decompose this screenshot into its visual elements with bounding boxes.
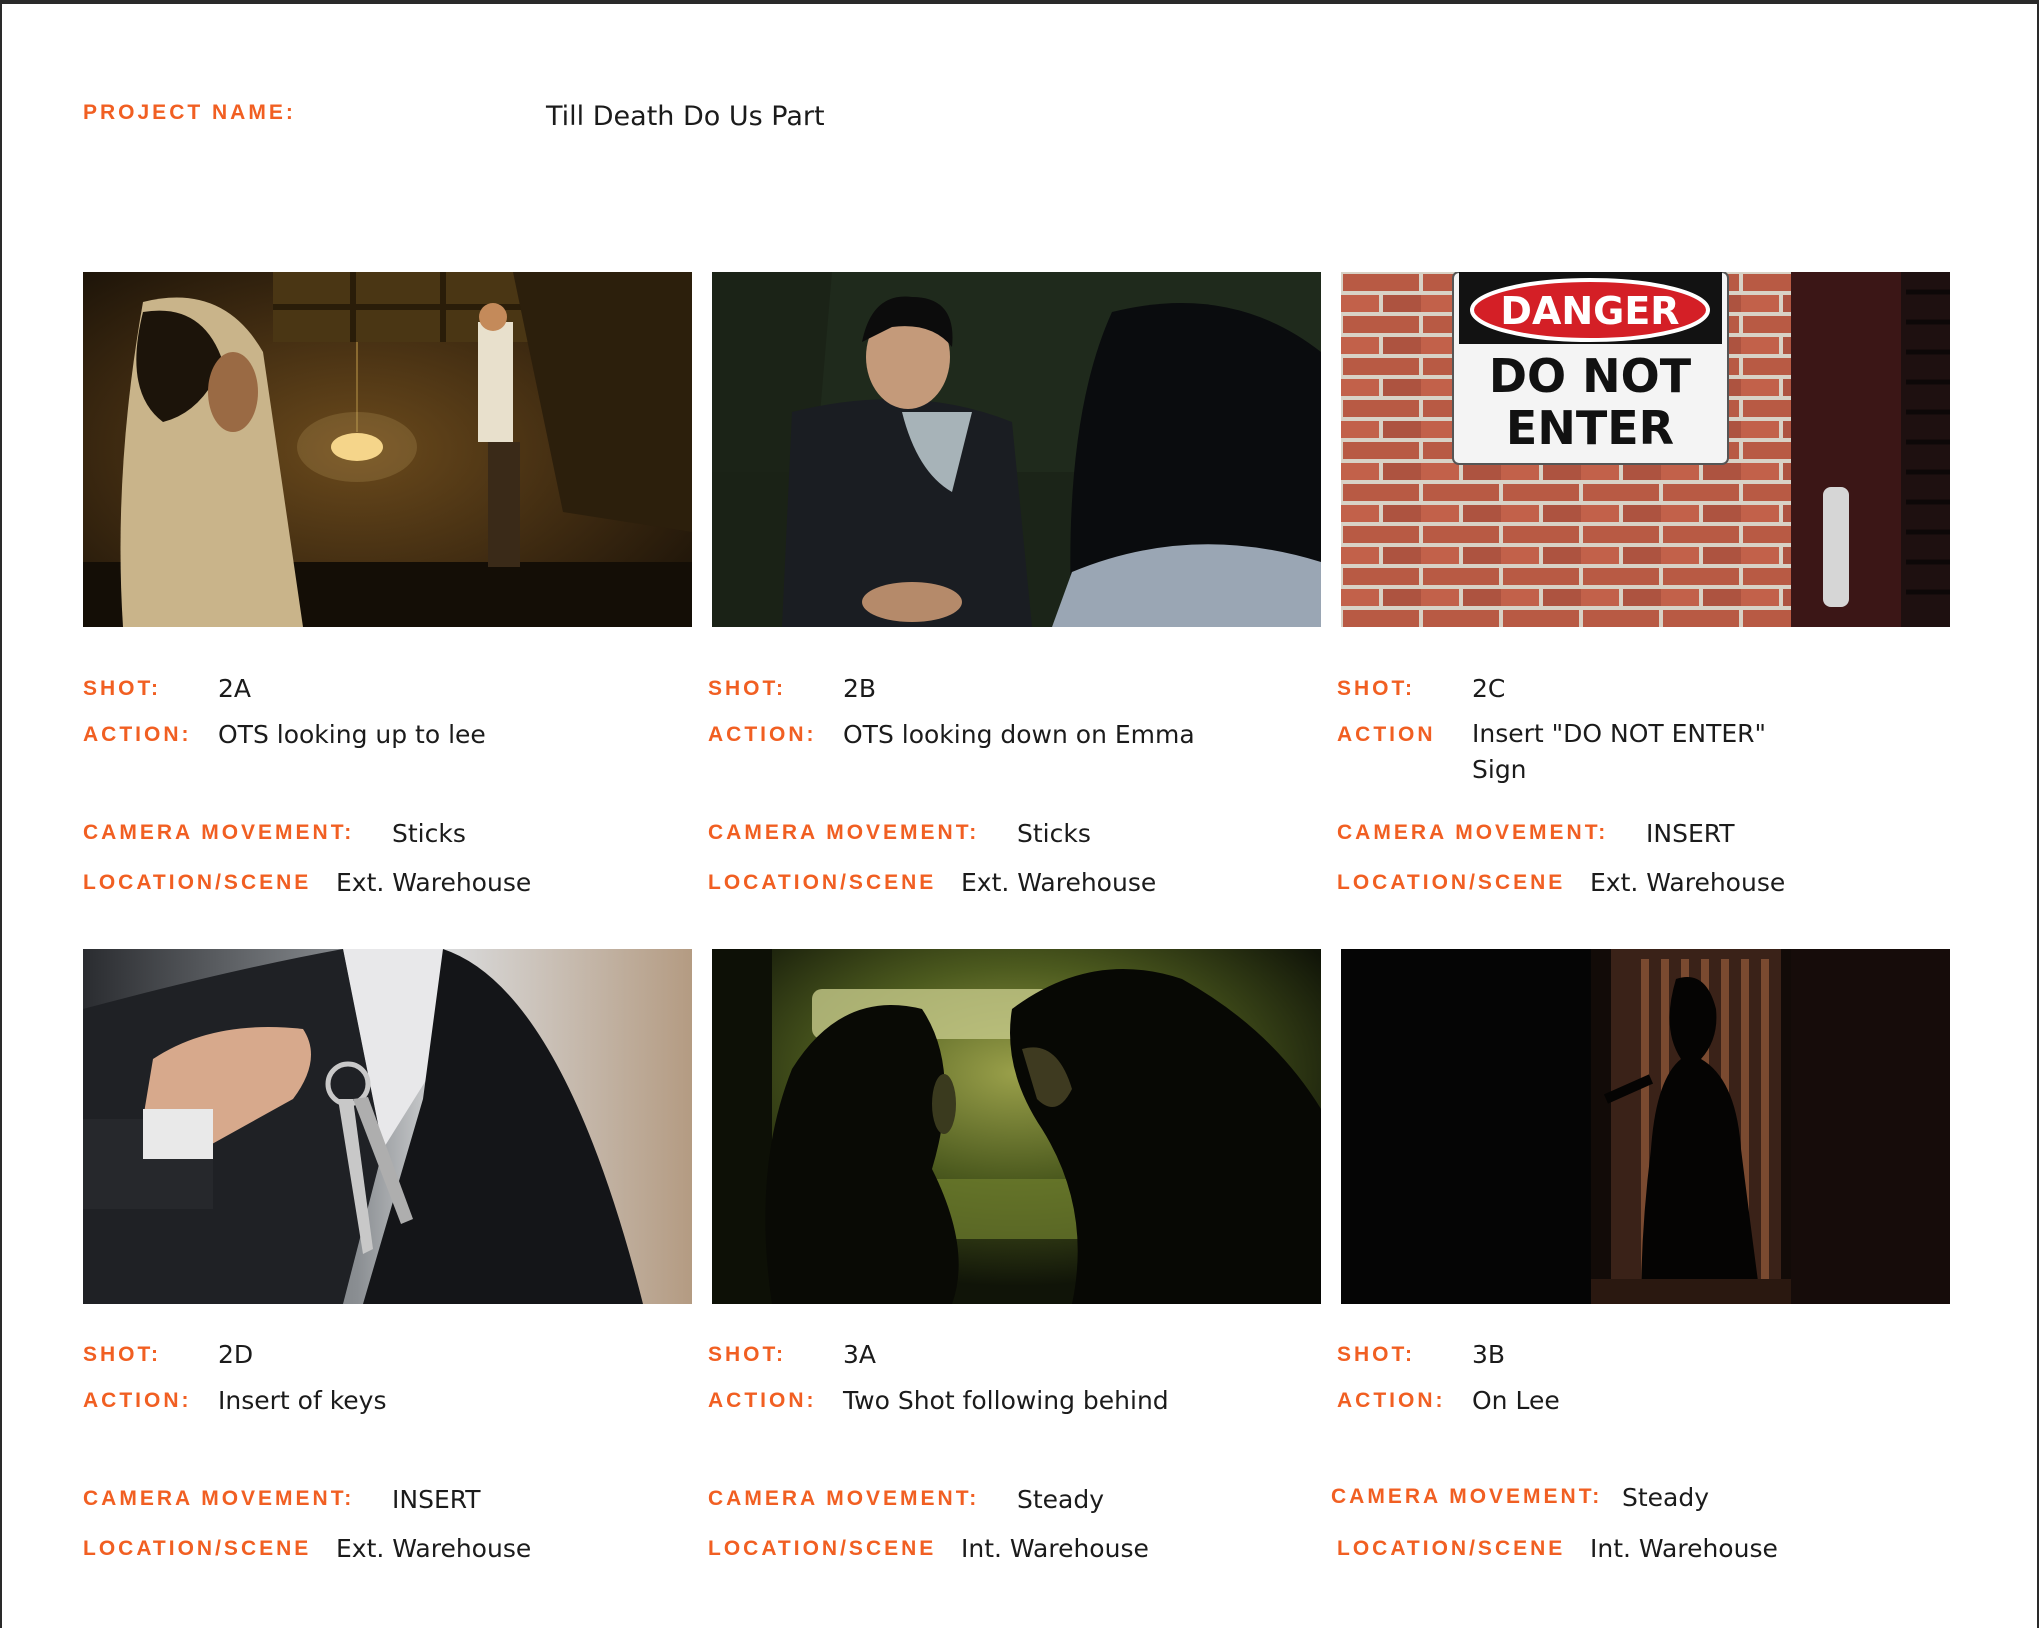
shot-2b-camera-movement: Sticks — [1017, 819, 1091, 848]
shot-2c-image: DANGER DO NOT ENTER — [1341, 272, 1950, 627]
shot-label: SHOT: — [83, 1343, 161, 1366]
shot-3a-action: Two Shot following behind — [843, 1386, 1169, 1415]
project-name-label: PROJECT NAME: — [83, 101, 296, 124]
shot-3a-image — [712, 949, 1321, 1304]
shot-label: SHOT: — [708, 677, 786, 700]
shot-label: SHOT: — [83, 677, 161, 700]
shot-3b-camera-movement: Steady — [1622, 1483, 1710, 1512]
shot-3b-action: On Lee — [1472, 1386, 1560, 1415]
camera-movement-label: CAMERA MOVEMENT: — [708, 1487, 980, 1510]
sign-line2-text: ENTER — [1506, 401, 1674, 455]
shot-2a-location: Ext. Warehouse — [336, 868, 532, 897]
camera-movement-label: CAMERA MOVEMENT: — [83, 821, 355, 844]
shot-2d-camera-movement: INSERT — [392, 1485, 481, 1514]
shot-3a-number: 3A — [843, 1340, 877, 1369]
sign-danger-text: DANGER — [1500, 289, 1679, 333]
shot-3b-location: Int. Warehouse — [1590, 1534, 1778, 1563]
action-label: ACTION: — [708, 723, 817, 746]
action-label: ACTION: — [83, 723, 192, 746]
shot-2d-number: 2D — [218, 1340, 254, 1369]
action-label: ACTION: — [708, 1389, 817, 1412]
shot-3b-number: 3B — [1472, 1340, 1506, 1369]
shot-2a-action: OTS looking up to lee — [218, 720, 486, 749]
shot-2c-camera-movement: INSERT — [1646, 819, 1735, 848]
location-scene-label: LOCATION/SCENE — [708, 1537, 937, 1560]
shot-label: SHOT: — [708, 1343, 786, 1366]
shot-2a-image — [83, 272, 692, 627]
shot-label: SHOT: — [1337, 1343, 1415, 1366]
camera-movement-label: CAMERA MOVEMENT: — [1337, 821, 1609, 844]
shot-2b-number: 2B — [843, 674, 877, 703]
location-scene-label: LOCATION/SCENE — [1337, 871, 1566, 894]
project-name-value: Till Death Do Us Part — [546, 101, 825, 132]
action-label: ACTION — [1337, 723, 1436, 746]
shot-3a-location: Int. Warehouse — [961, 1534, 1149, 1563]
location-scene-label: LOCATION/SCENE — [83, 1537, 312, 1560]
shot-2b-location: Ext. Warehouse — [961, 868, 1157, 897]
shot-2c-number: 2C — [1472, 674, 1506, 703]
shot-2c-location: Ext. Warehouse — [1590, 868, 1786, 897]
shot-2b-action: OTS looking down on Emma — [843, 720, 1195, 749]
document-page: PROJECT NAME: Till Death Do Us Part DANG… — [0, 0, 2039, 1628]
location-scene-label: LOCATION/SCENE — [83, 871, 312, 894]
shot-2a-camera-movement: Sticks — [392, 819, 466, 848]
camera-movement-label: CAMERA MOVEMENT: — [1331, 1485, 1603, 1508]
shot-2a-number: 2A — [218, 674, 252, 703]
shot-2d-location: Ext. Warehouse — [336, 1534, 532, 1563]
shot-label: SHOT: — [1337, 677, 1415, 700]
shot-2c-action: Insert "DO NOT ENTER" Sign — [1472, 719, 1767, 784]
shot-2d-image — [83, 949, 692, 1304]
action-label: ACTION: — [1337, 1389, 1446, 1412]
camera-movement-label: CAMERA MOVEMENT: — [83, 1487, 355, 1510]
action-label: ACTION: — [83, 1389, 192, 1412]
shot-3b-image — [1341, 949, 1950, 1304]
shot-3a-camera-movement: Steady — [1017, 1485, 1105, 1514]
location-scene-label: LOCATION/SCENE — [708, 871, 937, 894]
camera-movement-label: CAMERA MOVEMENT: — [708, 821, 980, 844]
shot-2b-image — [712, 272, 1321, 627]
location-scene-label: LOCATION/SCENE — [1337, 1537, 1566, 1560]
shot-2d-action: Insert of keys — [218, 1386, 387, 1415]
sign-line1-text: DO NOT — [1489, 349, 1692, 403]
